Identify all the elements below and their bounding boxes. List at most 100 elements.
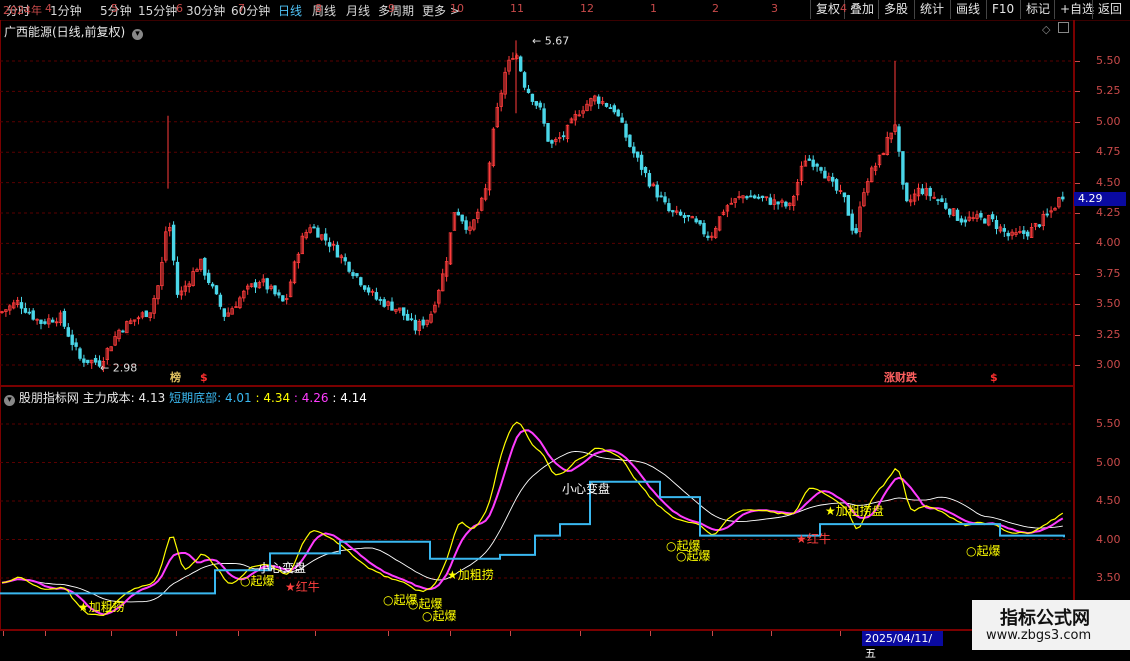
candle-body (121, 330, 125, 333)
candle-body (983, 218, 987, 224)
tick-mark (1075, 61, 1080, 62)
mark-button[interactable]: 标记 (1020, 0, 1055, 19)
signal-annotation: ★红牛 (796, 531, 831, 546)
candle-body (1037, 224, 1042, 227)
signal-annotation: ○起爆 (422, 609, 456, 623)
date-axis-label: 7 (238, 2, 245, 15)
candle-body (1002, 228, 1006, 232)
signal-annotation: ★红牛 (285, 579, 320, 594)
candle-body (807, 158, 811, 161)
price-axis-tick: 3.75 (1096, 266, 1121, 280)
date-axis-label: 4 (840, 2, 847, 15)
overlay-button[interactable]: 叠加 (844, 0, 879, 19)
candle-body (323, 233, 328, 241)
candle-body (682, 215, 687, 218)
candle-body (74, 342, 78, 347)
candle-body (27, 311, 31, 314)
candle-body (413, 319, 418, 331)
candle-body (538, 102, 542, 108)
crosshair-date: 2025/04/11/五 (862, 631, 943, 660)
price-axis-tick: 5.00 (1096, 114, 1121, 128)
date-tick (111, 631, 112, 636)
event-marker-0: 榜 (170, 370, 181, 384)
candle-body (944, 202, 948, 209)
date-axis-label: 2 (712, 2, 719, 15)
draw-line-button[interactable]: 画线 (950, 0, 985, 19)
tick-mark (1075, 273, 1080, 275)
candle-body (362, 285, 367, 290)
candle-body (667, 203, 671, 212)
candle-body (390, 301, 394, 311)
candle-body (706, 235, 710, 238)
candle-body (940, 198, 944, 203)
candle-body (561, 135, 566, 138)
candle-body (343, 257, 347, 262)
date-axis-label: 8 (315, 2, 322, 15)
candle-body (620, 117, 624, 123)
tab-timeframe-60min[interactable]: 60分钟 (231, 2, 270, 19)
candle-body (612, 105, 616, 113)
watermark-line2: www.zbgs3.com (986, 628, 1092, 643)
tab-timeframe-1min[interactable]: 1分钟 (50, 2, 82, 19)
low-price-label: ← 2.98 (100, 361, 137, 374)
candle-body (834, 179, 839, 191)
tick-mark (1075, 121, 1080, 123)
indicator-axis-tick: 5.50 (1096, 417, 1121, 430)
candle-body (530, 93, 535, 102)
candle-body (920, 188, 925, 195)
candle-body (222, 308, 226, 317)
tab-timeframe-monthly[interactable]: 月线 (346, 2, 370, 19)
signal-annotation: ○起爆 (240, 574, 274, 588)
date-tick (712, 631, 713, 636)
date-axis-label: 11 (510, 2, 524, 15)
date-tick (315, 631, 316, 636)
candle-body (253, 282, 258, 288)
candle-body (745, 196, 749, 199)
statistics-button[interactable]: 统计 (914, 0, 949, 19)
candle-body (277, 292, 281, 296)
signal-annotation: ★加粗捞 (78, 600, 125, 614)
candle-body (421, 319, 425, 326)
f10-button[interactable]: F10 (986, 0, 1019, 19)
tab-timeframe-15min[interactable]: 15分钟 (138, 2, 177, 19)
candle-body (647, 173, 652, 187)
indicator-axis-tick: 3.50 (1096, 571, 1121, 584)
multi-stock-button[interactable]: 多股 (878, 0, 913, 19)
tick-mark (1075, 334, 1080, 336)
candle-body (655, 184, 659, 198)
candle-body (86, 359, 90, 364)
tab-timeframe-daily[interactable]: 日线 (278, 2, 302, 19)
tab-timeframe-30min[interactable]: 30分钟 (186, 2, 225, 19)
candle-body (639, 154, 644, 170)
price-axis-tick: 4.75 (1096, 145, 1121, 159)
candle-body (382, 299, 386, 307)
candle-body (659, 195, 663, 198)
candle-body (905, 182, 909, 202)
candle-body (70, 334, 74, 345)
signal-annotation: ★加粗捞 (447, 568, 494, 582)
candle-body (955, 209, 960, 221)
candle-body (62, 310, 67, 327)
candle-body (550, 140, 554, 144)
candle-body (632, 146, 636, 154)
candle-body (401, 307, 406, 316)
back-button[interactable]: 返回 (1092, 0, 1127, 19)
tab-timeframe-multi[interactable]: 多周期 (378, 2, 414, 19)
price-axis-tick: 4.50 (1096, 175, 1121, 189)
candle-body (273, 285, 277, 295)
candle-body (210, 283, 215, 287)
date-tick (176, 631, 177, 636)
date-tick (45, 631, 46, 636)
price-axis-tick: 5.50 (1096, 54, 1121, 67)
candle-body (281, 295, 285, 302)
candle-body (698, 220, 702, 225)
candle-body (355, 273, 359, 277)
candle-body (409, 318, 414, 321)
candle-body (519, 56, 523, 72)
chart-canvas: ← 5.67← 2.98榜 $ 涨财跌 $★加粗捞○起爆小心变盘★红牛○起爆○起爆○起… (0, 34, 1074, 623)
candle-body (753, 195, 757, 199)
event-marker-3: $ (990, 371, 998, 384)
candle-body (768, 197, 772, 205)
indicator-axis-tick: 4.50 (1096, 494, 1121, 507)
price-axis-tick: 3.25 (1096, 327, 1121, 341)
